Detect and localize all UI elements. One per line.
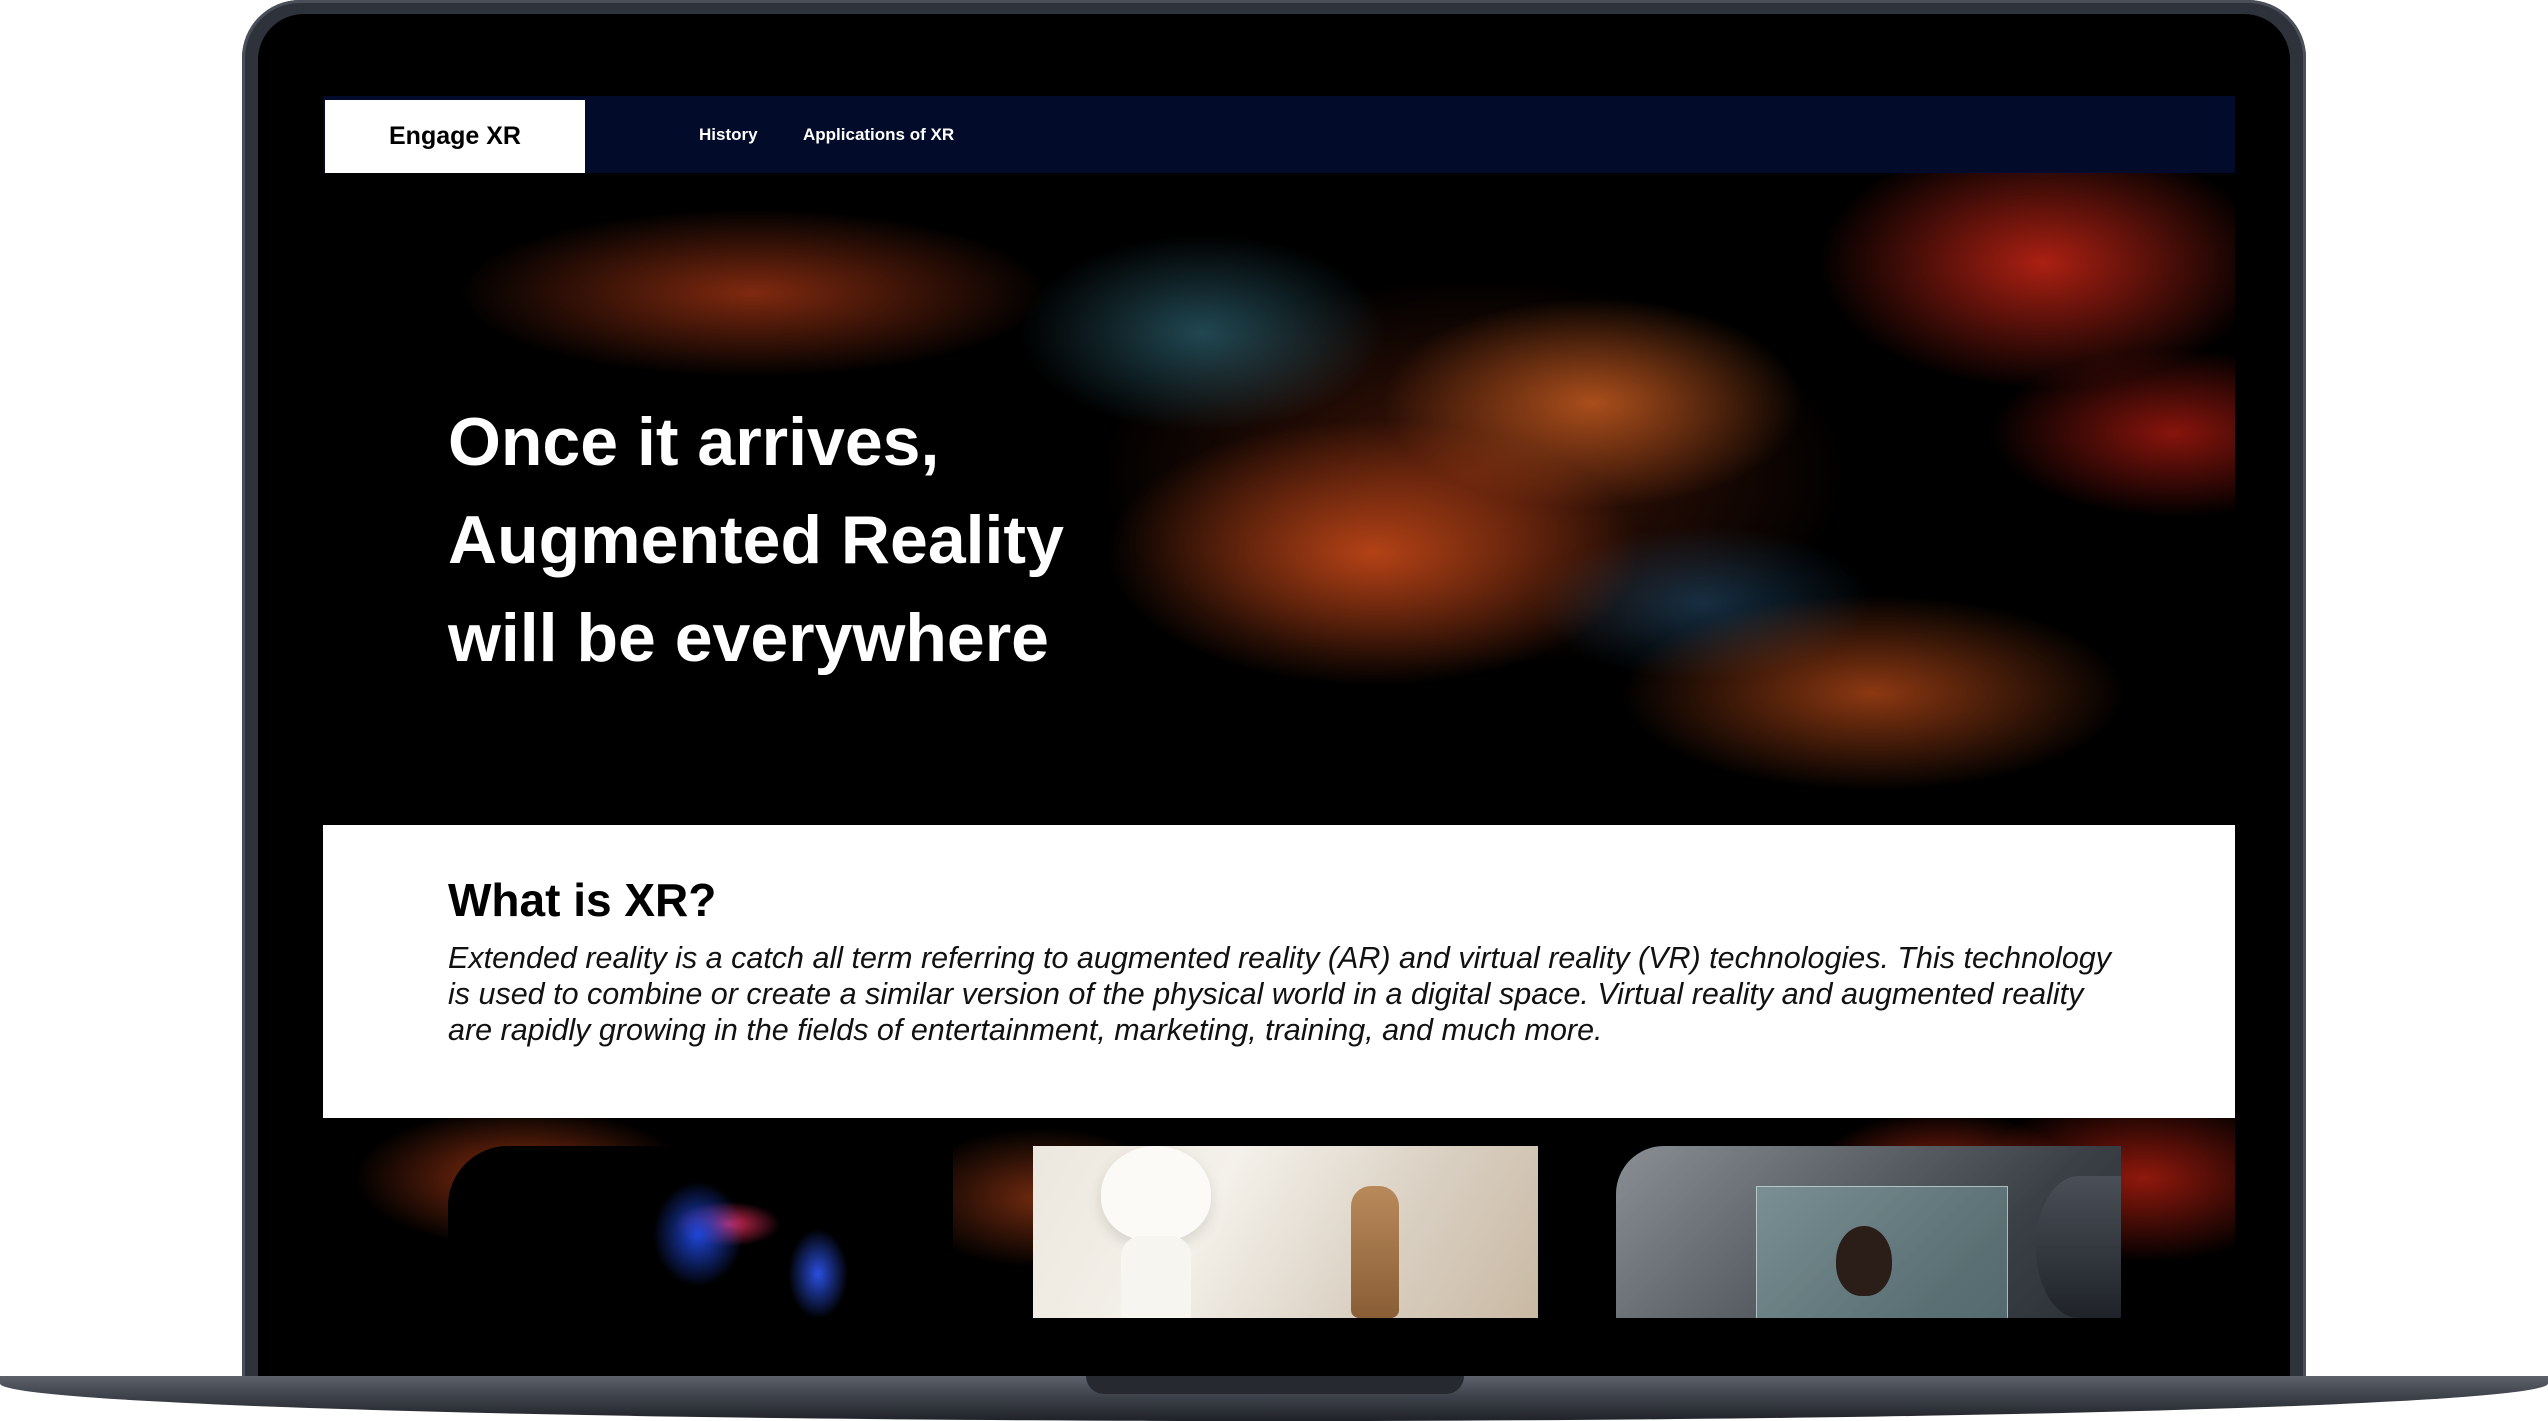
lamp-image [1101,1146,1211,1241]
lamp-base-image [1121,1236,1191,1318]
hero-banner: Once it arrives, Augmented Reality will … [323,173,2235,825]
nav-link-history[interactable]: History [699,96,758,173]
ar-room-card[interactable] [1033,1146,1538,1318]
what-is-xr-section: What is XR? Extended reality is a catch … [323,825,2235,1118]
nav-link-applications[interactable]: Applications of XR [803,96,954,173]
section-body: Extended reality is a catch all term ref… [448,941,2112,1047]
applications-cards-strip [323,1118,2235,1318]
section-title: What is XR? [448,874,717,926]
hero-title: Once it arrives, Augmented Reality will … [448,404,1064,676]
vr-headset-person-image [618,1164,848,1318]
mixed-reality-card[interactable] [1616,1146,2121,1318]
website-screen: Engage XR History Applications of XR Onc… [323,96,2235,1318]
video-call-person-image [1836,1226,1892,1296]
laptop-notch [1086,1376,1464,1394]
vr-headset-card[interactable] [448,1146,953,1318]
wooden-statue-image [1351,1186,1399,1318]
brand-logo-tab[interactable]: Engage XR [325,100,585,173]
top-navigation: Engage XR History Applications of XR [323,96,2235,174]
hololens-headset-image [2036,1176,2121,1318]
